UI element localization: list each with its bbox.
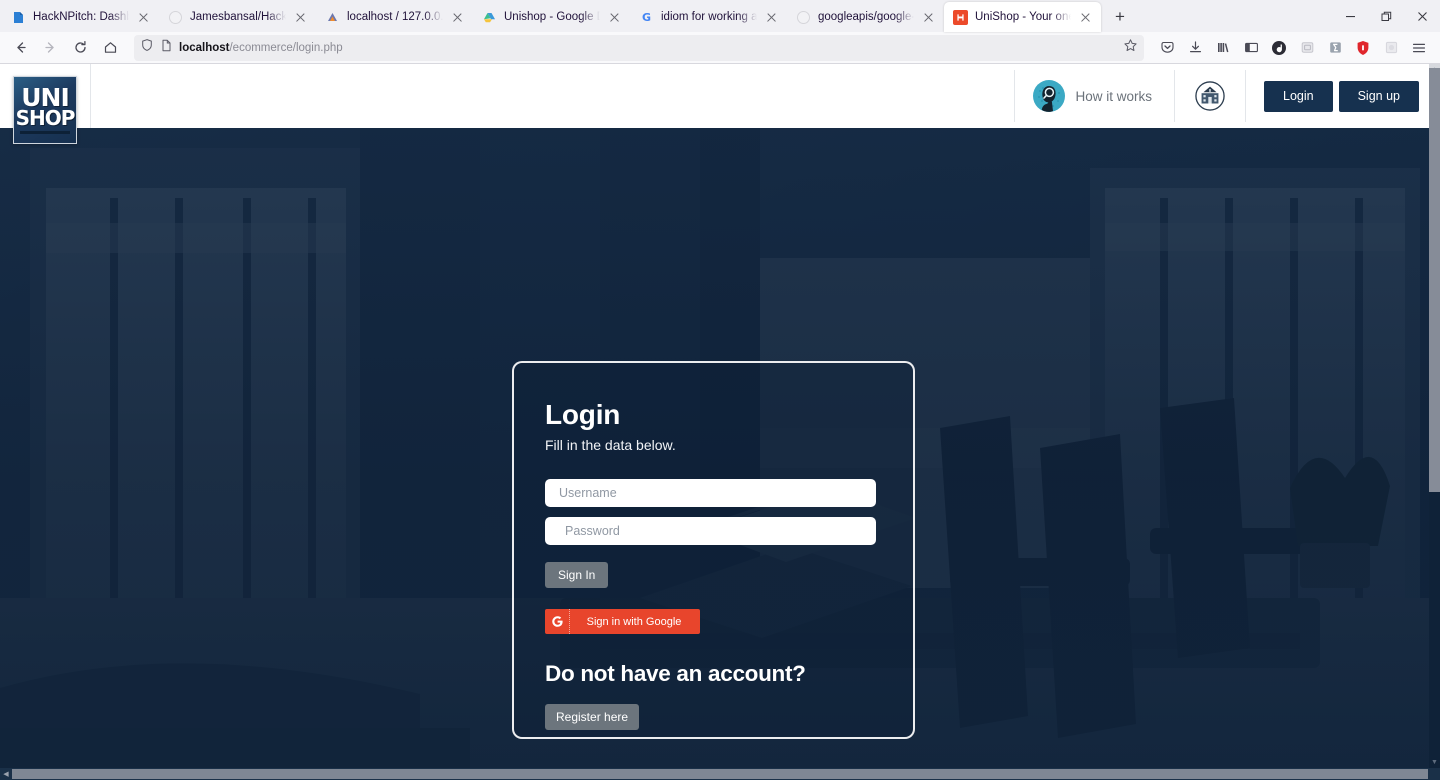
tab-close-icon[interactable]: [136, 10, 151, 25]
logo-underline: [20, 131, 70, 135]
logo-divider: [90, 64, 91, 128]
url-host: localhost: [179, 41, 230, 54]
downloads-icon[interactable]: [1182, 35, 1208, 61]
tab-title: UniShop - Your one stop for buy: [975, 11, 1071, 23]
library-icon[interactable]: [1210, 35, 1236, 61]
login-title: Login: [545, 399, 621, 430]
how-it-works-label: How it works: [1075, 88, 1152, 104]
page-viewport: UNI SHOP How it works Login Sign up Logi…: [0, 64, 1440, 780]
site-header: UNI SHOP How it works Login Sign up: [0, 64, 1429, 144]
forward-arrow-icon[interactable]: [36, 35, 64, 61]
google-drive-icon: [482, 10, 497, 25]
window-controls: [1332, 0, 1440, 32]
header-nav: How it works Login Sign up: [1014, 64, 1419, 128]
tab-title: googleapis/google-api-php-clie: [818, 11, 914, 23]
github-icon: [796, 10, 811, 25]
browser-tab[interactable]: Unishop - Google Drive: [473, 2, 630, 32]
shield-tracking-icon[interactable]: [140, 38, 154, 57]
horizontal-scrollbar-thumb[interactable]: [12, 769, 1428, 779]
url-bar[interactable]: localhost/ecommerce/login.php: [134, 34, 1144, 61]
scroll-down-arrow-icon[interactable]: ▼: [1429, 757, 1440, 768]
generic-blue-page-icon: [11, 10, 26, 25]
person-search-avatar-icon: [1033, 80, 1066, 112]
google-icon: G: [639, 10, 654, 25]
logo-line-2: SHOP: [15, 105, 76, 130]
login-button[interactable]: Login: [1264, 80, 1333, 112]
google-g-icon: [545, 609, 570, 634]
browser-tab[interactable]: HackNPitch: Dashboard | Devfo: [2, 2, 159, 32]
toolbar-icons: [1154, 35, 1434, 61]
home-icon[interactable]: [96, 35, 124, 61]
shield-icon[interactable]: [1350, 35, 1376, 61]
browser-tab-active[interactable]: UniShop - Your one stop for buy: [944, 2, 1101, 32]
minimize-button[interactable]: [1332, 0, 1368, 32]
tab-title: localhost / 127.0.0.1 / ecommer: [347, 11, 443, 23]
phpmyadmin-icon: [325, 10, 340, 25]
url-text: localhost/ecommerce/login.php: [179, 42, 343, 54]
tab-strip: HackNPitch: Dashboard | Devfo Jamesbansa…: [0, 0, 1440, 32]
container-icon[interactable]: [1294, 35, 1320, 61]
svg-text:G: G: [642, 11, 651, 24]
horizontal-scrollbar[interactable]: ◀ ▶: [0, 768, 1440, 780]
browser-tab[interactable]: Jamesbansal/HacknPitch_Trojan: [159, 2, 316, 32]
register-here-button[interactable]: Register here: [545, 704, 640, 730]
site-logo[interactable]: UNI SHOP: [13, 76, 77, 144]
google-button-label: Sign in with Google: [586, 615, 682, 628]
bookmark-star-icon[interactable]: [1123, 38, 1138, 58]
tab-close-icon[interactable]: [1078, 10, 1093, 25]
tab-title: Unishop - Google Drive: [504, 11, 600, 23]
how-it-works-link[interactable]: How it works: [1015, 64, 1174, 128]
sign-in-button[interactable]: Sign In: [545, 562, 609, 588]
pocket-icon[interactable]: [1154, 35, 1180, 61]
new-tab-button[interactable]: +: [1105, 3, 1135, 31]
username-input[interactable]: [545, 479, 876, 507]
hero-section: Login Fill in the data below. Sign In Si…: [0, 128, 1429, 768]
google-sign-in-button[interactable]: Sign in with Google: [545, 609, 700, 634]
auth-buttons: Login Sign up: [1246, 80, 1419, 112]
github-icon: [168, 10, 183, 25]
browser-window: HackNPitch: Dashboard | Devfo Jamesbansa…: [0, 0, 1440, 780]
store-building-icon: [1195, 81, 1225, 111]
password-input[interactable]: [545, 517, 876, 545]
page-info-icon[interactable]: [160, 39, 173, 57]
vertical-scrollbar[interactable]: ▲ ▼: [1429, 64, 1440, 768]
signup-button[interactable]: Sign up: [1338, 80, 1419, 112]
store-link[interactable]: [1175, 64, 1245, 128]
sidebar-icon[interactable]: [1238, 35, 1264, 61]
extension-icon[interactable]: [1322, 35, 1348, 61]
tab-close-icon[interactable]: [607, 10, 622, 25]
tab-title: Jamesbansal/HacknPitch_Trojan: [190, 11, 286, 23]
browser-toolbar: localhost/ecommerce/login.php: [0, 32, 1440, 64]
close-button[interactable]: [1404, 0, 1440, 32]
login-card: Login Fill in the data below. Sign In Si…: [512, 361, 915, 739]
tab-title: idiom for working a lot to fix a s: [661, 11, 757, 23]
tab-close-icon[interactable]: [764, 10, 779, 25]
unishop-icon: [953, 9, 968, 25]
reload-icon[interactable]: [66, 35, 94, 61]
back-arrow-icon[interactable]: [6, 35, 34, 61]
login-subtitle: Fill in the data below.: [545, 437, 676, 453]
tab-close-icon[interactable]: [450, 10, 465, 25]
no-account-heading: Do not have an account?: [545, 661, 806, 686]
puzzle-icon[interactable]: [1378, 35, 1404, 61]
tab-title: HackNPitch: Dashboard | Devfo: [33, 11, 129, 23]
vertical-scrollbar-thumb[interactable]: [1429, 68, 1440, 492]
browser-tab[interactable]: localhost / 127.0.0.1 / ecommer: [316, 2, 473, 32]
tab-close-icon[interactable]: [921, 10, 936, 25]
browser-tab[interactable]: googleapis/google-api-php-clie: [787, 2, 944, 32]
scrollbar-corner: [1428, 768, 1440, 780]
tab-close-icon[interactable]: [293, 10, 308, 25]
scroll-left-arrow-icon[interactable]: ◀: [0, 768, 12, 780]
browser-tab[interactable]: G idiom for working a lot to fix a s: [630, 2, 787, 32]
app-menu-icon[interactable]: [1406, 35, 1432, 61]
web-page: UNI SHOP How it works Login Sign up Logi…: [0, 64, 1429, 768]
restore-button[interactable]: [1368, 0, 1404, 32]
account-icon[interactable]: [1266, 35, 1292, 61]
url-path: /ecommerce/login.php: [229, 41, 343, 54]
